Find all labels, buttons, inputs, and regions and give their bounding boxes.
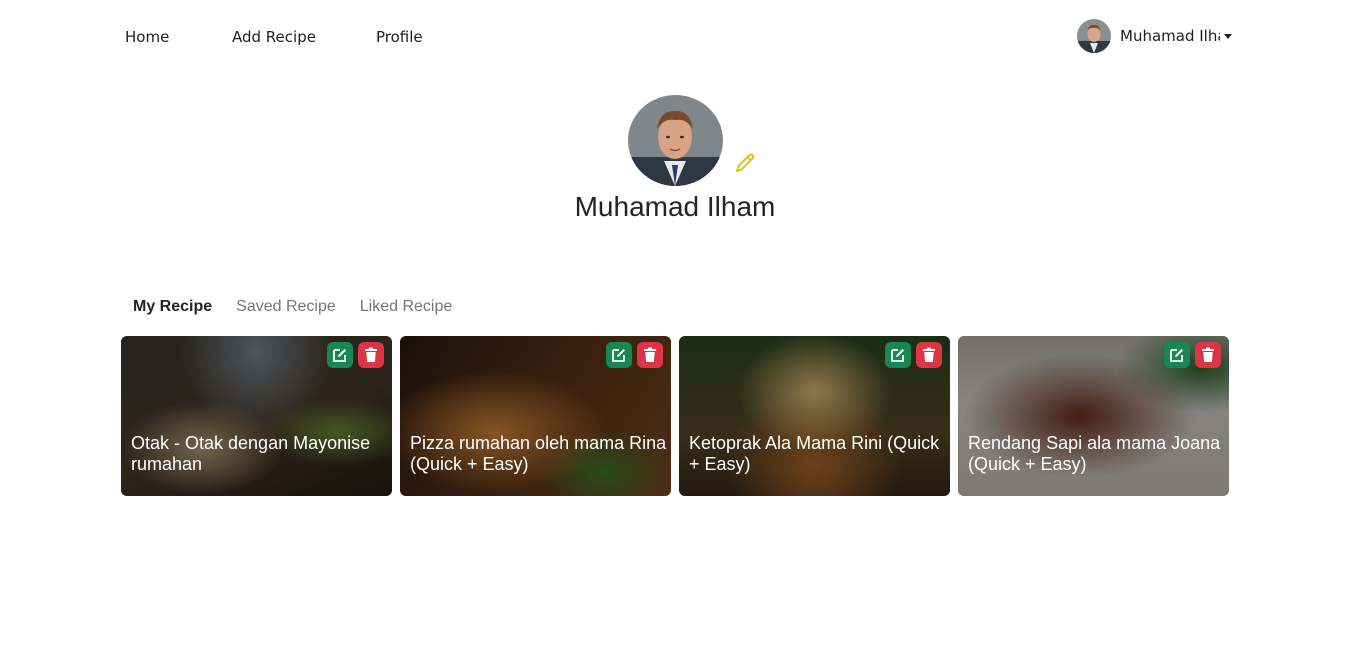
profile-name: Muhamad Ilham (574, 191, 776, 222)
recipe-tabs: My Recipe Saved Recipe Liked Recipe (133, 298, 452, 316)
edit-recipe-button[interactable] (885, 342, 911, 368)
recipe-card[interactable]: Otak - Otak dengan Mayonise rumahan (121, 336, 392, 496)
edit-recipe-button[interactable] (606, 342, 632, 368)
delete-recipe-button[interactable] (916, 342, 942, 368)
tab-liked-recipe[interactable]: Liked Recipe (360, 298, 453, 316)
recipe-card[interactable]: Rendang Sapi ala mama Joana (Quick + Eas… (958, 336, 1229, 496)
trash-icon (1202, 347, 1214, 362)
delete-recipe-button[interactable] (358, 342, 384, 368)
nav-add-recipe-link[interactable]: Add Recipe (232, 28, 316, 46)
trash-icon (365, 347, 377, 362)
recipe-title: Rendang Sapi ala mama Joana (Quick + Eas… (968, 433, 1221, 474)
tab-my-recipe[interactable]: My Recipe (133, 298, 212, 316)
edit-icon (1170, 349, 1183, 362)
recipe-card[interactable]: Ketoprak Ala Mama Rini (Quick + Easy) (679, 336, 950, 496)
recipe-title: Pizza rumahan oleh mama Rina (Quick + Ea… (410, 433, 667, 474)
delete-recipe-button[interactable] (637, 342, 663, 368)
pencil-icon (736, 153, 755, 172)
edit-recipe-button[interactable] (1164, 342, 1190, 368)
edit-recipe-button[interactable] (327, 342, 353, 368)
edit-icon (891, 349, 904, 362)
edit-icon (333, 349, 346, 362)
profile-avatar (628, 95, 723, 186)
nav-home-link[interactable]: Home (125, 28, 169, 46)
user-menu-dropdown[interactable]: Muhamad Ilham (1077, 19, 1232, 53)
caret-down-icon (1224, 33, 1232, 39)
recipe-title: Ketoprak Ala Mama Rini (Quick + Easy) (689, 433, 940, 474)
edit-icon (612, 349, 625, 362)
navbar: Home Add Recipe Profile Muhamad Ilham (0, 0, 1350, 76)
recipe-card[interactable]: Pizza rumahan oleh mama Rina (Quick + Ea… (400, 336, 671, 496)
user-avatar (1077, 19, 1111, 53)
nav-profile-link[interactable]: Profile (376, 28, 423, 46)
recipe-card-list: Otak - Otak dengan Mayonise rumahan Pizz… (121, 336, 1229, 496)
delete-recipe-button[interactable] (1195, 342, 1221, 368)
trash-icon (644, 347, 656, 362)
trash-icon (923, 347, 935, 362)
user-menu-name: Muhamad Ilham (1120, 27, 1220, 45)
recipe-title: Otak - Otak dengan Mayonise rumahan (131, 433, 371, 474)
edit-profile-photo-button[interactable] (734, 152, 756, 174)
tab-saved-recipe[interactable]: Saved Recipe (236, 298, 336, 316)
